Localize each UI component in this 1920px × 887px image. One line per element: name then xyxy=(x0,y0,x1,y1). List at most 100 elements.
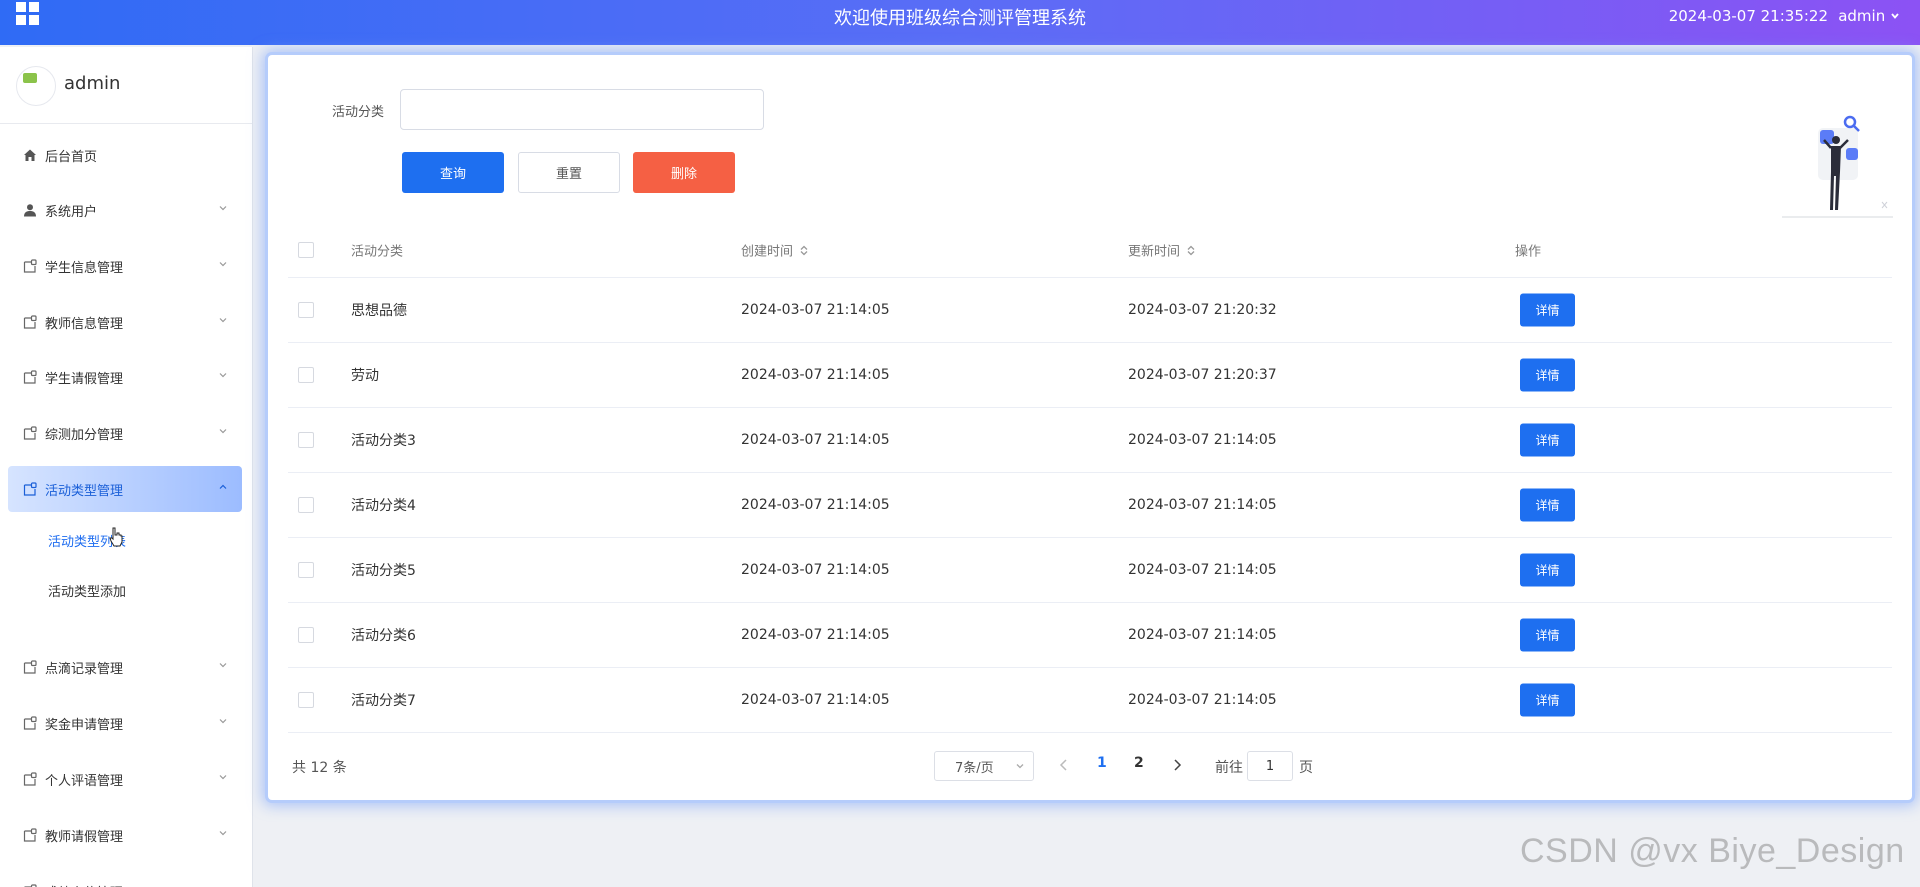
row-category: 活动分类3 xyxy=(351,433,416,449)
sidebar-item-home[interactable]: 后台首页 xyxy=(8,132,242,178)
pointer-cursor-icon xyxy=(109,527,123,547)
sidebar-item-comments[interactable]: 个人评语管理 xyxy=(8,756,242,802)
row-updated-time: 2024-03-07 21:14:05 xyxy=(1128,692,1277,708)
header-datetime: 2024-03-07 21:35:22 xyxy=(1668,7,1828,25)
chevron-down-icon xyxy=(219,318,227,323)
sidebar-item-teacher-info[interactable]: 教师信息管理 xyxy=(8,299,242,345)
chevron-down-icon xyxy=(219,831,227,836)
row-created-time: 2024-03-07 21:14:05 xyxy=(741,367,890,383)
module-icon xyxy=(23,315,37,329)
goto-page-input[interactable] xyxy=(1247,751,1293,781)
detail-button[interactable]: 详情 xyxy=(1520,423,1575,457)
sidebar-item-records[interactable]: 点滴记录管理 xyxy=(8,644,242,690)
sort-icon xyxy=(1187,245,1195,255)
row-checkbox[interactable] xyxy=(298,367,314,383)
table-header: 活动分类 创建时间 更新时间 操作 xyxy=(288,222,1892,278)
row-checkbox[interactable] xyxy=(298,627,314,643)
select-all-checkbox[interactable] xyxy=(298,241,314,258)
sidebar-item-teacher-leave[interactable]: 教师请假管理 xyxy=(8,812,242,858)
row-checkbox[interactable] xyxy=(298,432,314,448)
sidebar-item-label: 成绩上传管理 xyxy=(45,882,123,887)
app-title: 欢迎使用班级综合测评管理系统 xyxy=(834,8,1086,29)
column-header-updated-label: 更新时间 xyxy=(1128,244,1181,259)
user-name: admin xyxy=(1838,7,1886,25)
page-size-select[interactable]: 7条/页 xyxy=(934,751,1034,781)
row-created-time: 2024-03-07 21:14:05 xyxy=(741,692,890,708)
sidebar-item-label: 个人评语管理 xyxy=(45,773,124,789)
table-body: 思想品德 2024-03-07 21:14:05 2024-03-07 21:20:… xyxy=(288,278,1892,733)
user-icon xyxy=(23,203,37,217)
sidebar-item-label: 教师信息管理 xyxy=(45,316,124,332)
row-checkbox[interactable] xyxy=(298,497,314,513)
total-count: 共 12 条 xyxy=(292,760,347,776)
row-updated-time: 2024-03-07 21:14:05 xyxy=(1128,627,1277,643)
watermark: CSDN @vx Biye_Design xyxy=(1520,832,1905,870)
table-row: 活动分类5 2024-03-07 21:14:05 2024-03-07 21:14… xyxy=(288,538,1892,603)
chevron-down-icon xyxy=(219,262,227,267)
sidebar-item-bonus-apply[interactable]: 奖金申请管理 xyxy=(8,700,242,746)
sidebar-item-label: 后台首页 xyxy=(45,149,98,165)
table-row: 活动分类7 2024-03-07 21:14:05 2024-03-07 21:14… xyxy=(288,668,1892,733)
module-icon xyxy=(23,660,37,674)
row-updated-time: 2024-03-07 21:14:05 xyxy=(1128,562,1277,578)
sidebar-item-label: 学生请假管理 xyxy=(45,371,124,387)
prev-page-icon[interactable] xyxy=(1055,756,1073,774)
sidebar-item-grade-upload[interactable]: 成绩上传管理 xyxy=(8,868,242,887)
sidebar-item-label: 点滴记录管理 xyxy=(45,661,124,677)
reset-button[interactable]: 重置 xyxy=(518,152,620,193)
chevron-down-icon xyxy=(219,429,227,434)
sidebar-item-student-leave[interactable]: 学生请假管理 xyxy=(8,354,242,400)
home-icon xyxy=(23,148,37,162)
sidebar-item-label: 系统用户 xyxy=(45,204,98,220)
query-button[interactable]: 查询 xyxy=(402,152,504,193)
row-category: 活动分类7 xyxy=(351,693,416,709)
delete-button[interactable]: 删除 xyxy=(633,152,735,193)
activity-type-table: 活动分类 创建时间 更新时间 操作 思想品德 2024-03-07 21:14:0… xyxy=(288,222,1892,733)
menu-grid-icon[interactable] xyxy=(16,2,40,26)
row-checkbox[interactable] xyxy=(298,692,314,708)
page-1-button[interactable]: 1 xyxy=(1097,755,1107,771)
page-2-button[interactable]: 2 xyxy=(1134,755,1144,771)
sidebar-item-activity-type[interactable]: 活动类型管理 xyxy=(8,466,242,512)
table-row: 活动分类3 2024-03-07 21:14:05 2024-03-07 21:14… xyxy=(288,408,1892,473)
sort-icon xyxy=(800,245,808,255)
sidebar-item-system-users[interactable]: 系统用户 xyxy=(8,187,242,233)
column-header-updated[interactable]: 更新时间 xyxy=(1128,240,1196,259)
detail-button[interactable]: 详情 xyxy=(1520,293,1575,327)
row-checkbox[interactable] xyxy=(298,562,314,578)
row-created-time: 2024-03-07 21:14:05 xyxy=(741,302,890,318)
column-header-category: 活动分类 xyxy=(351,244,404,259)
detail-button[interactable]: 详情 xyxy=(1520,488,1575,522)
row-category: 活动分类4 xyxy=(351,498,416,514)
submenu-item-activity-type-add[interactable]: 活动类型添加 xyxy=(48,581,126,600)
chevron-down-icon xyxy=(216,882,230,887)
sidebar-item-label: 学生信息管理 xyxy=(45,260,124,276)
detail-button[interactable]: 详情 xyxy=(1520,358,1575,392)
table-row: 思想品德 2024-03-07 21:14:05 2024-03-07 21:20:… xyxy=(288,278,1892,343)
detail-button[interactable]: 详情 xyxy=(1520,618,1575,652)
row-updated-time: 2024-03-07 21:14:05 xyxy=(1128,497,1277,513)
page-size-value: 7条/页 xyxy=(955,760,994,776)
detail-button[interactable]: 详情 xyxy=(1520,683,1575,717)
next-page-icon[interactable] xyxy=(1168,756,1186,774)
detail-button[interactable]: 详情 xyxy=(1520,553,1575,587)
chevron-down-icon xyxy=(1016,764,1024,769)
row-created-time: 2024-03-07 21:14:05 xyxy=(741,562,890,578)
search-category-input[interactable] xyxy=(400,89,764,130)
goto-suffix: 页 xyxy=(1299,760,1313,776)
sidebar-item-score-bonus[interactable]: 综测加分管理 xyxy=(8,410,242,456)
sidebar-item-student-info[interactable]: 学生信息管理 xyxy=(8,243,242,289)
table-row: 活动分类6 2024-03-07 21:14:05 2024-03-07 21:14… xyxy=(288,603,1892,668)
search-illustration xyxy=(1782,115,1893,218)
user-menu[interactable]: admin xyxy=(1838,7,1900,25)
row-updated-time: 2024-03-07 21:14:05 xyxy=(1128,432,1277,448)
search-category-label: 活动分类 xyxy=(332,105,385,120)
module-icon xyxy=(23,259,37,273)
chevron-down-icon xyxy=(219,206,227,211)
top-bar: 欢迎使用班级综合测评管理系统 2024-03-07 21:35:22 admin xyxy=(0,0,1920,45)
module-icon xyxy=(23,482,37,496)
table-row: 活动分类4 2024-03-07 21:14:05 2024-03-07 21:14… xyxy=(288,473,1892,538)
row-checkbox[interactable] xyxy=(298,302,314,318)
row-category: 劳动 xyxy=(351,368,379,384)
column-header-created[interactable]: 创建时间 xyxy=(741,240,809,259)
